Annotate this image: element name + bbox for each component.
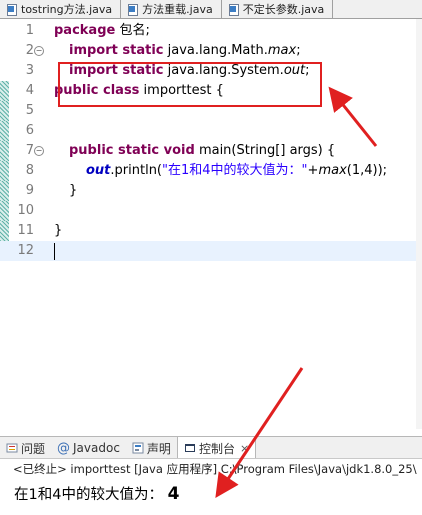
annotation-arrows	[215, 86, 378, 498]
annotation-arrow-bottom	[215, 367, 304, 498]
annotation-arrow-top	[328, 86, 378, 147]
